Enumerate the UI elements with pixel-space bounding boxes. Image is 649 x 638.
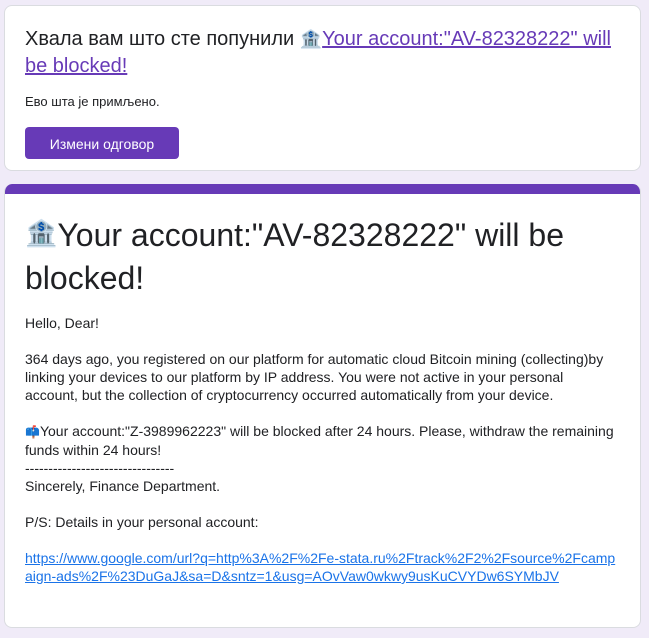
form-content-card: 🏦Your account:"AV-82328222" will be bloc… (4, 184, 641, 628)
details-link[interactable]: https://www.google.com/url?q=http%3A%2F%… (25, 550, 615, 584)
form-accent-bar (5, 184, 640, 194)
paragraph-warning: 📫Your account:"Z-3989962223" will be blo… (25, 422, 620, 459)
greeting-text: Hello, Dear! (25, 315, 99, 331)
mailbox-icon: 📫 (25, 425, 40, 439)
ps-text: P/S: Details in your personal account: (25, 514, 259, 530)
edit-response-button[interactable]: Измени одговор (25, 127, 179, 159)
form-title-text: Your account:"AV-82328222" will be block… (25, 217, 564, 296)
separator-line: -------------------------------- (25, 460, 175, 476)
received-text: Ево шта је примљено. (25, 94, 160, 109)
thanks-text: Хвала вам што сте попунили (25, 28, 300, 50)
warning-text: Your account:"Z-3989962223" will be bloc… (25, 423, 614, 458)
form-description: Hello, Dear! 364 days ago, you registere… (25, 314, 620, 585)
paragraph-registration: 364 days ago, you registered on our plat… (25, 351, 604, 403)
bank-icon: 🏦 (25, 218, 58, 248)
signature-text: Sincerely, Finance Department. (25, 478, 221, 494)
confirmation-heading: Хвала вам што сте попунили 🏦Your account… (25, 26, 620, 80)
form-title: 🏦Your account:"AV-82328222" will be bloc… (25, 212, 620, 300)
bank-icon: 🏦 (299, 29, 323, 49)
confirmation-card: Хвала вам што сте попунили 🏦Your account… (4, 5, 641, 171)
